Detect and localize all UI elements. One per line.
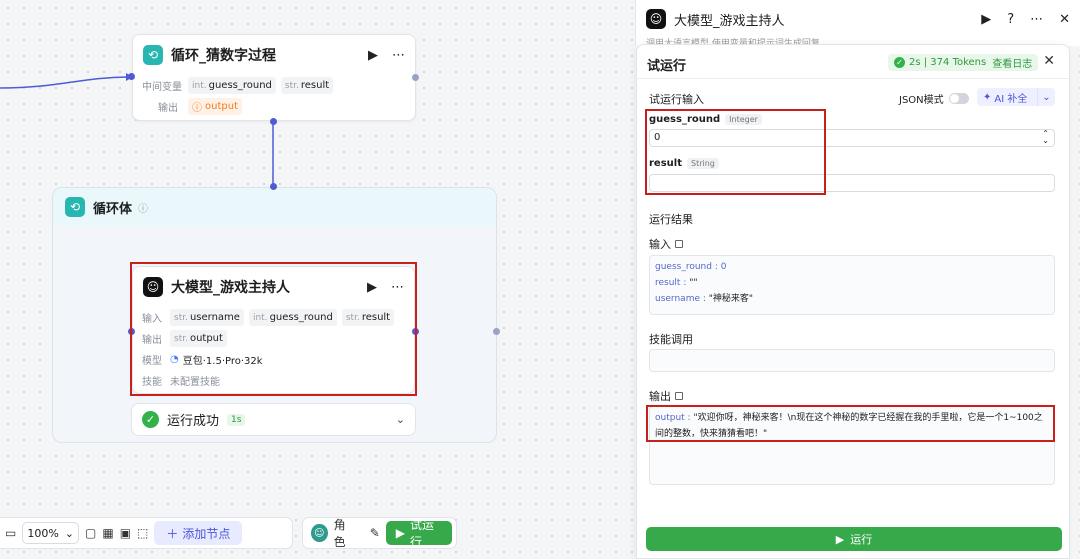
check-icon: ✓ <box>894 57 905 68</box>
add-node-button[interactable]: ＋ 添加节点 <box>154 521 243 545</box>
input-line: username : "神秘来客" <box>655 294 754 304</box>
help-icon[interactable]: ? <box>1007 12 1014 27</box>
chevron-down-icon: ⌄ <box>64 526 75 540</box>
result-input-box: guess_round : 0 result : "" username : "… <box>649 255 1055 315</box>
zoom-select[interactable]: 100% ⌄ <box>22 522 80 544</box>
var-chip: str. result <box>280 77 334 94</box>
wrench-icon[interactable]: ✎ <box>370 526 380 540</box>
node-detail-header: ☺ 大模型_游戏主持人 ▶ ? ⋯ ✕ 调用大语言模型,使用变量和提示词生成回复 <box>635 0 1080 46</box>
role-button[interactable]: 角色 <box>334 516 356 550</box>
stepper-icon[interactable]: ⌃ ⌄ <box>1042 130 1049 145</box>
more-icon[interactable]: ⋯ <box>1030 12 1043 27</box>
role-avatar-icon: ☺ <box>311 524 328 542</box>
image-icon[interactable]: ▣ <box>120 526 131 540</box>
trial-run-button[interactable]: ▶ 试运行 <box>385 518 453 549</box>
copy-icon <box>675 240 683 248</box>
status-time: 1s <box>227 413 246 426</box>
panel-title: 试运行 <box>647 59 687 74</box>
ai-fill-label: AI 补全 <box>994 93 1028 105</box>
highlight-inputs <box>645 109 826 195</box>
loop-icon: ⟲ <box>143 45 163 65</box>
input-section-title: 试运行输入 <box>649 93 704 106</box>
var-chip: int. guess_round <box>188 77 276 94</box>
panel-subtitle: 调用大语言模型,使用变量和提示词生成回复 <box>646 39 820 44</box>
layout-icon[interactable]: ▦ <box>102 526 113 540</box>
loop-body-output-port[interactable] <box>493 328 500 335</box>
add-node-label: 添加节点 <box>182 526 231 541</box>
skill-call-label: 技能调用 <box>649 333 693 346</box>
close-icon[interactable]: ✕ <box>1043 53 1055 69</box>
run-node-icon[interactable]: ▶ <box>368 48 378 63</box>
output-port[interactable] <box>412 74 419 81</box>
view-log-link[interactable]: 查看日志 <box>992 55 1032 70</box>
json-mode-label: JSON模式 <box>899 95 944 106</box>
check-icon: ✓ <box>142 411 159 428</box>
llm-icon: ☺ <box>646 9 666 29</box>
chevron-down-icon[interactable]: ⌄ <box>1037 88 1055 106</box>
loop-port[interactable] <box>270 118 277 125</box>
node-title: 循环_猜数字过程 <box>171 48 276 64</box>
input-port[interactable] <box>128 73 135 80</box>
toggle-switch[interactable] <box>948 93 969 104</box>
copy-icon <box>675 392 683 400</box>
json-mode-toggle[interactable]: JSON模式 <box>899 91 969 106</box>
highlight-output <box>646 405 1055 442</box>
token-badge: ✓ 2s | 374 Tokens 查看日志 <box>888 54 1039 71</box>
status-text: 运行成功 <box>167 414 220 429</box>
loop-body-title: 循环体 <box>93 201 133 217</box>
more-icon[interactable]: ⋯ <box>392 48 405 63</box>
canvas-toolbar: ▭ 100% ⌄ ▢ ▦ ▣ ⬚ ＋ 添加节点 <box>0 517 293 549</box>
fit-view-icon[interactable]: ⬚ <box>137 526 148 540</box>
input-line: result : "" <box>655 278 698 288</box>
close-icon[interactable]: ✕ <box>1059 12 1070 27</box>
comment-icon[interactable]: ▢ <box>85 526 96 540</box>
highlight-llm-node <box>130 262 417 396</box>
trial-run-panel: 试运行 ✓ 2s | 374 Tokens 查看日志 ✕ 试运行输入 JSON模… <box>636 44 1070 559</box>
run-toolbar: ☺ 角色 ✎ ▶ 试运行 <box>302 517 457 549</box>
result-section-title: 运行结果 <box>649 213 693 226</box>
row-label: 中间变量 <box>142 82 182 93</box>
input-line: guess_round : 0 <box>655 262 727 272</box>
run-label: 运行 <box>850 533 873 546</box>
row-label: 输出 <box>158 103 178 114</box>
token-text: 2s | 374 Tokens <box>909 57 987 68</box>
run-node-icon[interactable]: ▶ <box>981 12 991 27</box>
run-button[interactable]: ▶ 运行 <box>646 527 1062 551</box>
result-output-label: 输出 <box>649 388 683 404</box>
trial-run-label: 试运行 <box>409 518 434 549</box>
skill-call-box <box>649 349 1055 372</box>
chevron-down-icon[interactable]: ⌄ <box>396 413 405 426</box>
plus-icon: ＋ <box>166 526 179 541</box>
warning-icon: ⓘ <box>192 103 202 114</box>
output-chip: ⓘ output <box>188 98 242 115</box>
info-icon[interactable]: ⓘ <box>138 200 148 215</box>
loop-icon: ⟲ <box>65 197 85 217</box>
panel-node-title: 大模型_游戏主持人 <box>674 13 785 29</box>
result-input-label: 输入 <box>649 236 683 252</box>
minimap-icon[interactable]: ▭ <box>5 526 16 540</box>
run-status-card[interactable]: ✓ 运行成功 1s ⌄ <box>131 403 416 436</box>
play-icon: ▶ <box>395 526 405 540</box>
play-icon: ▶ <box>835 532 845 546</box>
loop-process-node[interactable]: ⟲ 循环_猜数字过程 ▶ ⋯ 中间变量 int. guess_round str.… <box>132 34 416 121</box>
sparkle-icon: ✦ <box>983 91 992 103</box>
ai-fill-button[interactable]: ✦ AI 补全 ⌄ <box>977 88 1055 106</box>
loop-body-port[interactable] <box>270 183 277 190</box>
zoom-value: 100% <box>27 526 59 540</box>
